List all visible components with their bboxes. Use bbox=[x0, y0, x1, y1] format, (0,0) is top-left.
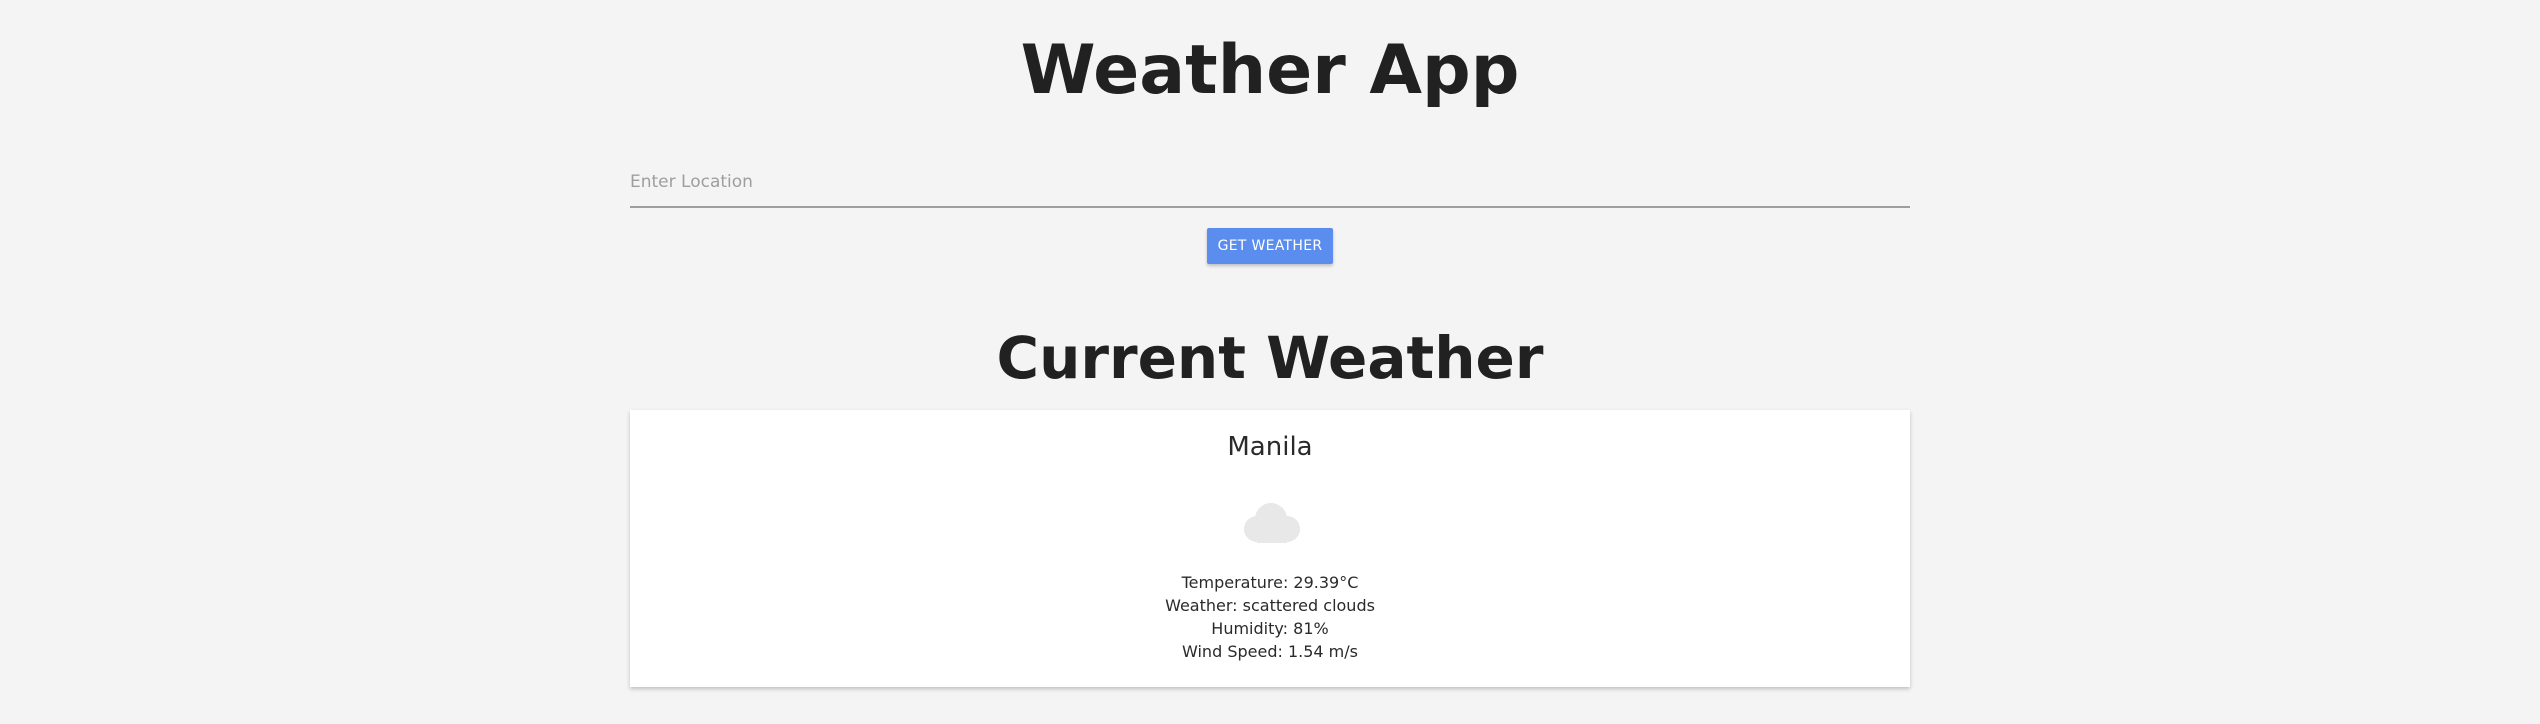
city-name: Manila bbox=[1227, 432, 1313, 462]
app-title: Weather App bbox=[1020, 31, 1520, 110]
cloud-icon bbox=[1244, 503, 1300, 543]
weather-card: Manila Temperature: 29.39°C Weather: sca… bbox=[630, 410, 1910, 687]
humidity-text: Humidity: 81% bbox=[1211, 619, 1329, 638]
weather-details: Temperature: 29.39°C Weather: scattered … bbox=[630, 571, 1910, 663]
current-weather-title: Current Weather bbox=[996, 324, 1544, 392]
get-weather-button[interactable]: GET WEATHER bbox=[1207, 228, 1333, 264]
temperature-text: Temperature: 29.39°C bbox=[1181, 573, 1359, 592]
location-input[interactable] bbox=[630, 160, 1910, 204]
wind-speed-text: Wind Speed: 1.54 m/s bbox=[1182, 642, 1358, 661]
weather-description-text: Weather: scattered clouds bbox=[1165, 596, 1375, 615]
location-field[interactable] bbox=[630, 160, 1910, 208]
